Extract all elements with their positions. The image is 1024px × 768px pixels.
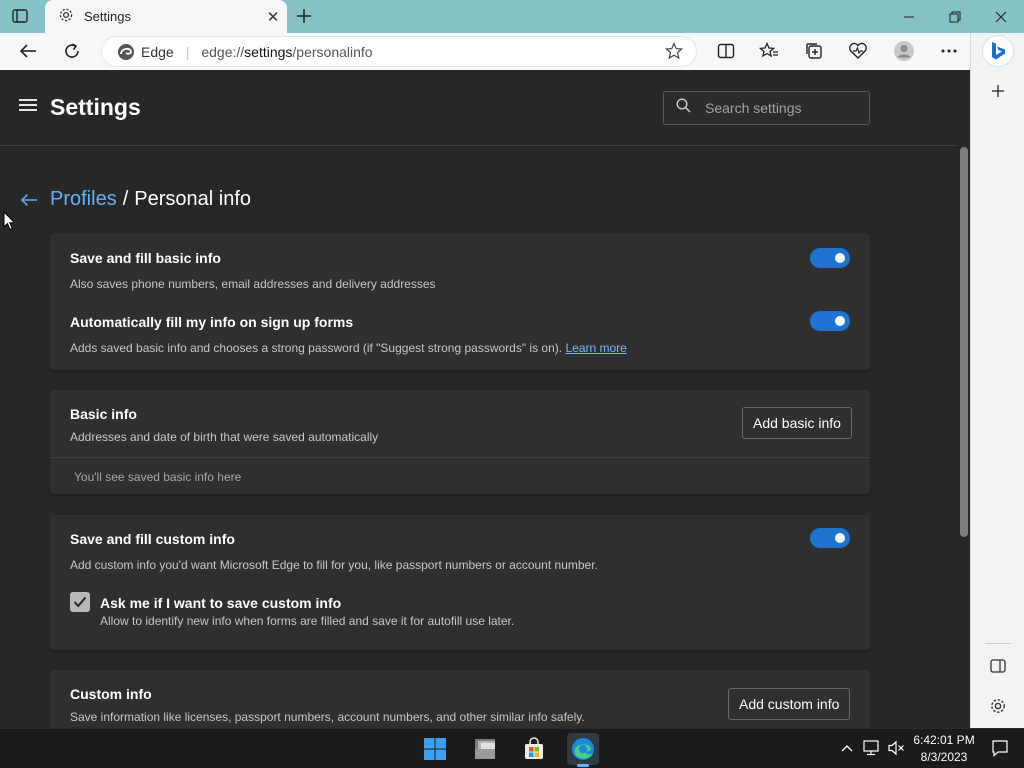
auto-fill-signup-title: Automatically fill my info on sign up fo…	[70, 314, 354, 330]
favorite-star-icon[interactable]	[664, 41, 684, 63]
address-url: edge://settings/personalinfo	[201, 43, 373, 60]
add-custom-info-button[interactable]: Add custom info	[728, 688, 851, 720]
autofill-card: Save and fill basic info Also saves phon…	[50, 233, 870, 370]
auto-fill-signup-desc: Adds saved basic info and chooses a stro…	[70, 341, 627, 355]
add-basic-info-button[interactable]: Add basic info	[742, 407, 852, 439]
page-title: Settings	[50, 94, 141, 120]
close-tab-icon[interactable]: ✕	[259, 3, 287, 31]
microsoft-store-icon[interactable]	[518, 733, 550, 765]
auto-fill-signup-toggle[interactable]	[810, 311, 850, 331]
close-window-icon[interactable]	[978, 0, 1024, 33]
collections-icon[interactable]	[797, 35, 831, 67]
network-icon[interactable]	[862, 739, 880, 757]
basic-info-empty-state: You'll see saved basic info here	[74, 470, 242, 484]
refresh-icon[interactable]	[55, 35, 89, 67]
tab-strip: Settings ✕	[0, 0, 1024, 33]
save-fill-basic-toggle[interactable]	[810, 248, 850, 268]
save-fill-custom-desc: Add custom info you'd want Microsoft Edg…	[70, 558, 598, 572]
minimize-icon[interactable]	[886, 0, 932, 33]
tab-title: Settings	[84, 9, 131, 24]
learn-more-link[interactable]: Learn more	[565, 341, 626, 355]
search-icon	[676, 98, 691, 118]
taskbar: 6:42:01 PM 8/3/2023	[0, 728, 1024, 768]
basic-info-card: Basic info Addresses and date of birth t…	[50, 390, 870, 494]
custom-fill-card: Save and fill custom info Add custom inf…	[50, 515, 870, 650]
basic-info-title: Basic info	[70, 406, 137, 422]
clock-date: 8/3/2023	[920, 750, 968, 764]
custom-info-card: Custom info Save information like licens…	[50, 670, 870, 728]
page-scrollbar[interactable]	[960, 147, 968, 537]
address-bar[interactable]: Edge | edge://settings/personalinfo	[101, 36, 697, 67]
system-clock[interactable]: 6:42:01 PM 8/3/2023	[908, 732, 980, 766]
back-arrow-icon[interactable]	[18, 189, 40, 211]
favorites-icon[interactable]	[752, 35, 786, 67]
start-windows-icon[interactable]	[419, 733, 451, 765]
breadcrumb-profiles-link[interactable]: Profiles	[50, 188, 117, 211]
breadcrumb-current: Personal info	[134, 188, 252, 210]
settings-page: Settings Profiles / Personal info Save a…	[0, 70, 970, 728]
edge-sidebar	[970, 33, 1024, 728]
card-divider	[50, 457, 870, 458]
breadcrumb: Profiles / Personal info	[18, 188, 251, 211]
search-settings-box[interactable]	[663, 91, 870, 125]
tab-settings[interactable]: Settings ✕	[45, 0, 287, 33]
menu-hamburger-icon[interactable]	[19, 99, 37, 113]
custom-info-desc: Save information like licenses, passport…	[70, 710, 585, 724]
more-options-icon[interactable]	[932, 35, 966, 67]
profile-avatar[interactable]	[887, 35, 921, 67]
gear-icon	[58, 7, 74, 26]
back-arrow-icon[interactable]	[11, 35, 45, 67]
ask-save-custom-desc: Allow to identify new info when forms ar…	[100, 614, 515, 628]
ask-save-custom-title: Ask me if I want to save custom info	[100, 595, 342, 611]
file-explorer-icon[interactable]	[469, 733, 501, 765]
search-input[interactable]	[705, 100, 855, 116]
site-identity-label: Edge	[141, 43, 174, 60]
add-sidebar-app-icon[interactable]	[985, 78, 1011, 104]
volume-muted-icon[interactable]	[887, 739, 905, 757]
show-hidden-icons-chevron-icon[interactable]	[838, 739, 856, 757]
save-fill-basic-desc: Also saves phone numbers, email addresse…	[70, 277, 436, 291]
save-fill-custom-title: Save and fill custom info	[70, 531, 235, 547]
custom-info-title: Custom info	[70, 686, 152, 702]
sidebar-settings-gear-icon[interactable]	[985, 693, 1011, 719]
edge-taskbar-icon[interactable]	[567, 733, 599, 767]
split-screen-icon[interactable]	[709, 35, 743, 67]
tab-actions-icon[interactable]	[10, 7, 30, 25]
save-fill-basic-title: Save and fill basic info	[70, 250, 221, 266]
address-separator: |	[185, 43, 190, 60]
new-tab-icon[interactable]	[292, 5, 316, 27]
clock-time: 6:42:01 PM	[913, 733, 975, 747]
bing-chat-icon[interactable]	[983, 36, 1013, 66]
mouse-cursor-icon	[3, 210, 16, 236]
breadcrumb-separator: /	[122, 188, 129, 210]
sidebar-divider	[985, 643, 1011, 644]
notification-icon[interactable]	[991, 739, 1009, 757]
hide-sidebar-icon[interactable]	[985, 653, 1011, 679]
browser-toolbar: Edge | edge://settings/personalinfo	[0, 33, 970, 70]
edge-logo-icon	[117, 43, 135, 61]
basic-info-desc: Addresses and date of birth that were sa…	[70, 430, 379, 444]
settings-header: Settings	[0, 70, 958, 146]
save-fill-custom-toggle[interactable]	[810, 528, 850, 548]
ask-save-custom-checkbox[interactable]	[70, 592, 90, 612]
browser-essentials-icon[interactable]	[841, 35, 875, 67]
restore-icon[interactable]	[932, 0, 978, 33]
